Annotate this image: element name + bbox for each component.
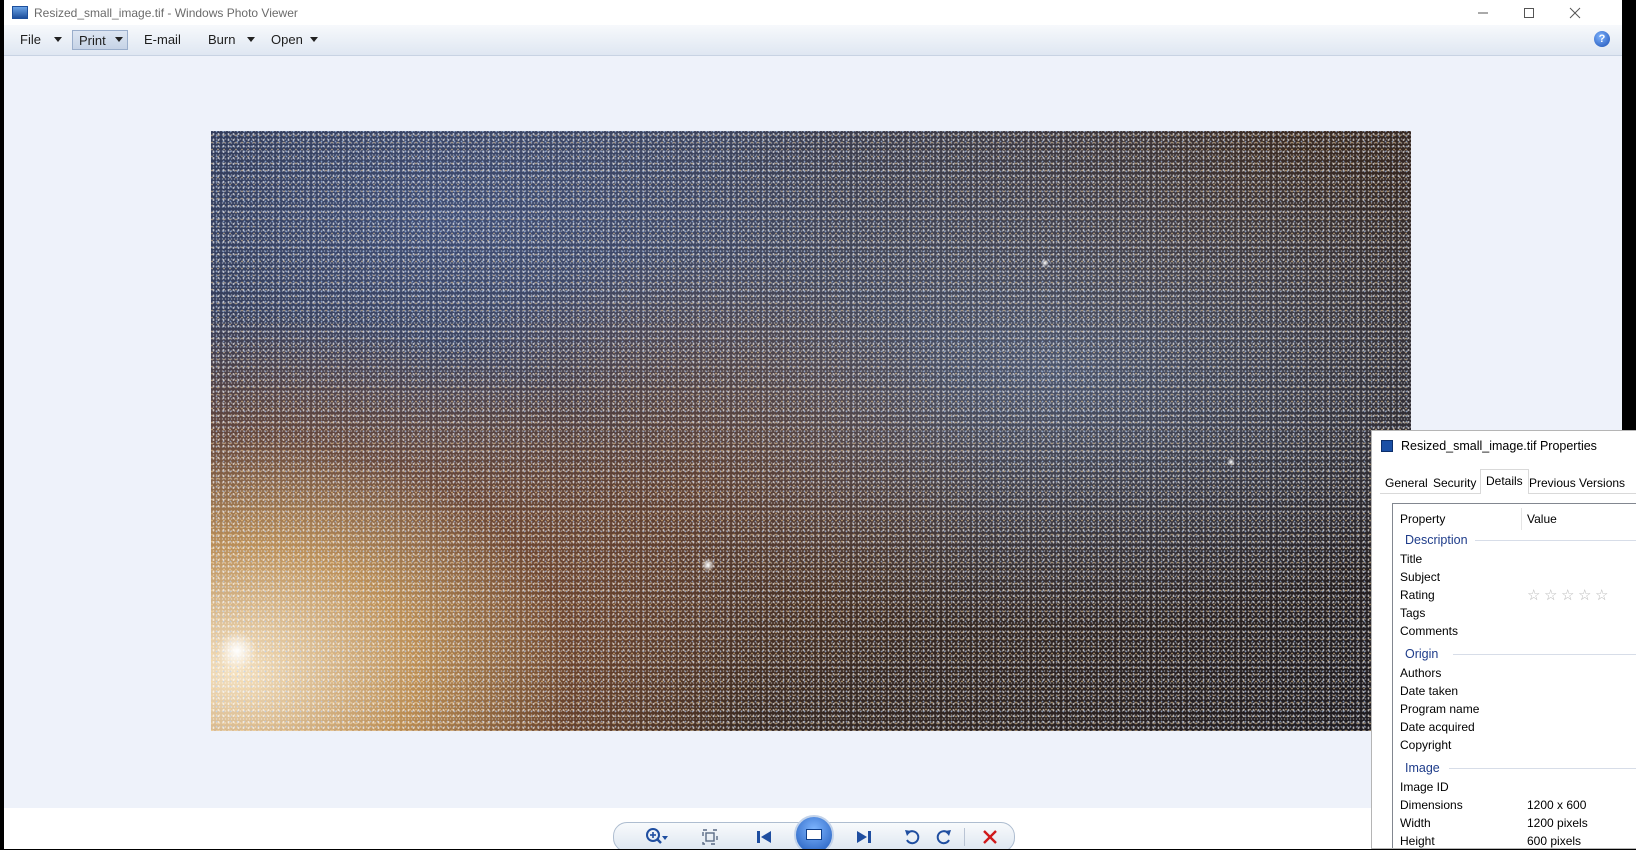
property-tags[interactable]: Tags	[1400, 605, 1425, 622]
galaxy-core-glow	[217, 631, 257, 671]
property-date-acquired[interactable]: Date acquired	[1400, 719, 1475, 736]
properties-dialog: Resized_small_image.tif Properties Gener…	[1371, 430, 1636, 849]
command-bar: File Print E-mail Burn Open ?	[4, 25, 1622, 56]
delete-button[interactable]	[978, 825, 1002, 849]
dialog-title-bar: Resized_small_image.tif Properties	[1372, 431, 1636, 461]
tab-security[interactable]: Security	[1428, 473, 1481, 493]
group-heading-image[interactable]: Image	[1405, 759, 1440, 777]
minimize-button[interactable]	[1460, 0, 1506, 25]
actual-size-icon	[702, 829, 718, 845]
zoom-icon	[646, 828, 668, 844]
burn-menu[interactable]: Burn	[202, 30, 241, 50]
property-subject[interactable]: Subject	[1400, 569, 1440, 586]
delete-icon	[983, 830, 997, 844]
help-icon[interactable]: ?	[1594, 31, 1610, 47]
group-divider	[1453, 654, 1636, 655]
value-height[interactable]: 600 pixels	[1527, 833, 1581, 850]
details-list: Property Value Description Title Subject…	[1392, 503, 1636, 848]
column-header-value[interactable]: Value	[1527, 510, 1557, 528]
group-heading-description[interactable]: Description	[1405, 531, 1468, 549]
slideshow-button[interactable]	[794, 815, 834, 849]
title-bar: Resized_small_image.tif - Windows Photo …	[4, 0, 1622, 25]
toolbar-separator	[964, 828, 965, 846]
property-image-id[interactable]: Image ID	[1400, 779, 1449, 796]
previous-icon	[757, 831, 771, 843]
file-dropdown-icon[interactable]	[54, 37, 62, 42]
column-separator[interactable]	[1521, 508, 1522, 530]
property-width[interactable]: Width	[1400, 815, 1431, 832]
group-heading-origin[interactable]: Origin	[1405, 645, 1438, 663]
photo-viewer-app-icon	[12, 6, 28, 19]
property-authors[interactable]: Authors	[1400, 665, 1441, 682]
minimize-icon	[1478, 12, 1488, 13]
maximize-icon	[1524, 7, 1534, 18]
property-program-name[interactable]: Program name	[1400, 701, 1479, 718]
window-title: Resized_small_image.tif - Windows Photo …	[34, 5, 298, 20]
print-dropdown-icon[interactable]	[115, 37, 123, 42]
column-header-property[interactable]: Property	[1400, 510, 1445, 528]
property-height[interactable]: Height	[1400, 833, 1435, 850]
print-label: Print	[79, 33, 106, 48]
rating-stars[interactable]: ☆ ☆ ☆ ☆ ☆	[1527, 587, 1627, 604]
property-rating[interactable]: Rating	[1400, 587, 1435, 604]
value-width[interactable]: 1200 pixels	[1527, 815, 1588, 832]
file-menu[interactable]: File	[14, 30, 47, 50]
open-menu[interactable]: Open	[265, 30, 309, 50]
star-icon[interactable]: ☆	[1527, 587, 1540, 604]
tab-general[interactable]: General	[1380, 473, 1433, 493]
star-icon[interactable]: ☆	[1595, 587, 1608, 604]
email-button[interactable]: E-mail	[138, 30, 187, 50]
rotate-counterclockwise-icon	[905, 830, 920, 845]
zoom-button[interactable]	[644, 825, 668, 849]
dialog-title: Resized_small_image.tif Properties	[1401, 439, 1597, 453]
tab-previous-versions[interactable]: Previous Versions	[1524, 473, 1630, 493]
previous-button[interactable]	[752, 825, 776, 849]
bright-star	[1041, 259, 1049, 267]
star-icon[interactable]: ☆	[1578, 587, 1591, 604]
rotate-clockwise-button[interactable]	[932, 825, 956, 849]
open-dropdown-icon[interactable]	[310, 37, 318, 42]
rotate-counterclockwise-button[interactable]	[900, 825, 924, 849]
file-icon	[1381, 440, 1393, 452]
slideshow-icon	[806, 829, 822, 840]
group-divider	[1475, 540, 1636, 541]
property-title[interactable]: Title	[1400, 551, 1422, 568]
bright-star	[1227, 458, 1235, 466]
bright-star	[701, 558, 715, 572]
dialog-tabs: General Security Details Previous Versio…	[1380, 469, 1636, 494]
property-date-taken[interactable]: Date taken	[1400, 683, 1458, 700]
property-copyright[interactable]: Copyright	[1400, 737, 1451, 754]
galaxy-photo	[211, 131, 1411, 731]
burn-dropdown-icon[interactable]	[247, 37, 255, 42]
star-icon[interactable]: ☆	[1561, 587, 1574, 604]
actual-size-button[interactable]	[698, 825, 722, 849]
next-icon	[857, 831, 871, 843]
close-button[interactable]	[1552, 0, 1598, 25]
star-field	[211, 131, 1411, 731]
maximize-button[interactable]	[1506, 0, 1552, 25]
rotate-clockwise-icon	[936, 830, 951, 845]
property-comments[interactable]: Comments	[1400, 623, 1458, 640]
close-icon	[1569, 7, 1581, 18]
value-dimensions[interactable]: 1200 x 600	[1527, 797, 1586, 814]
tab-details[interactable]: Details	[1480, 469, 1529, 494]
star-icon[interactable]: ☆	[1544, 587, 1557, 604]
next-button[interactable]	[852, 825, 876, 849]
group-divider	[1449, 768, 1636, 769]
property-dimensions[interactable]: Dimensions	[1400, 797, 1463, 814]
